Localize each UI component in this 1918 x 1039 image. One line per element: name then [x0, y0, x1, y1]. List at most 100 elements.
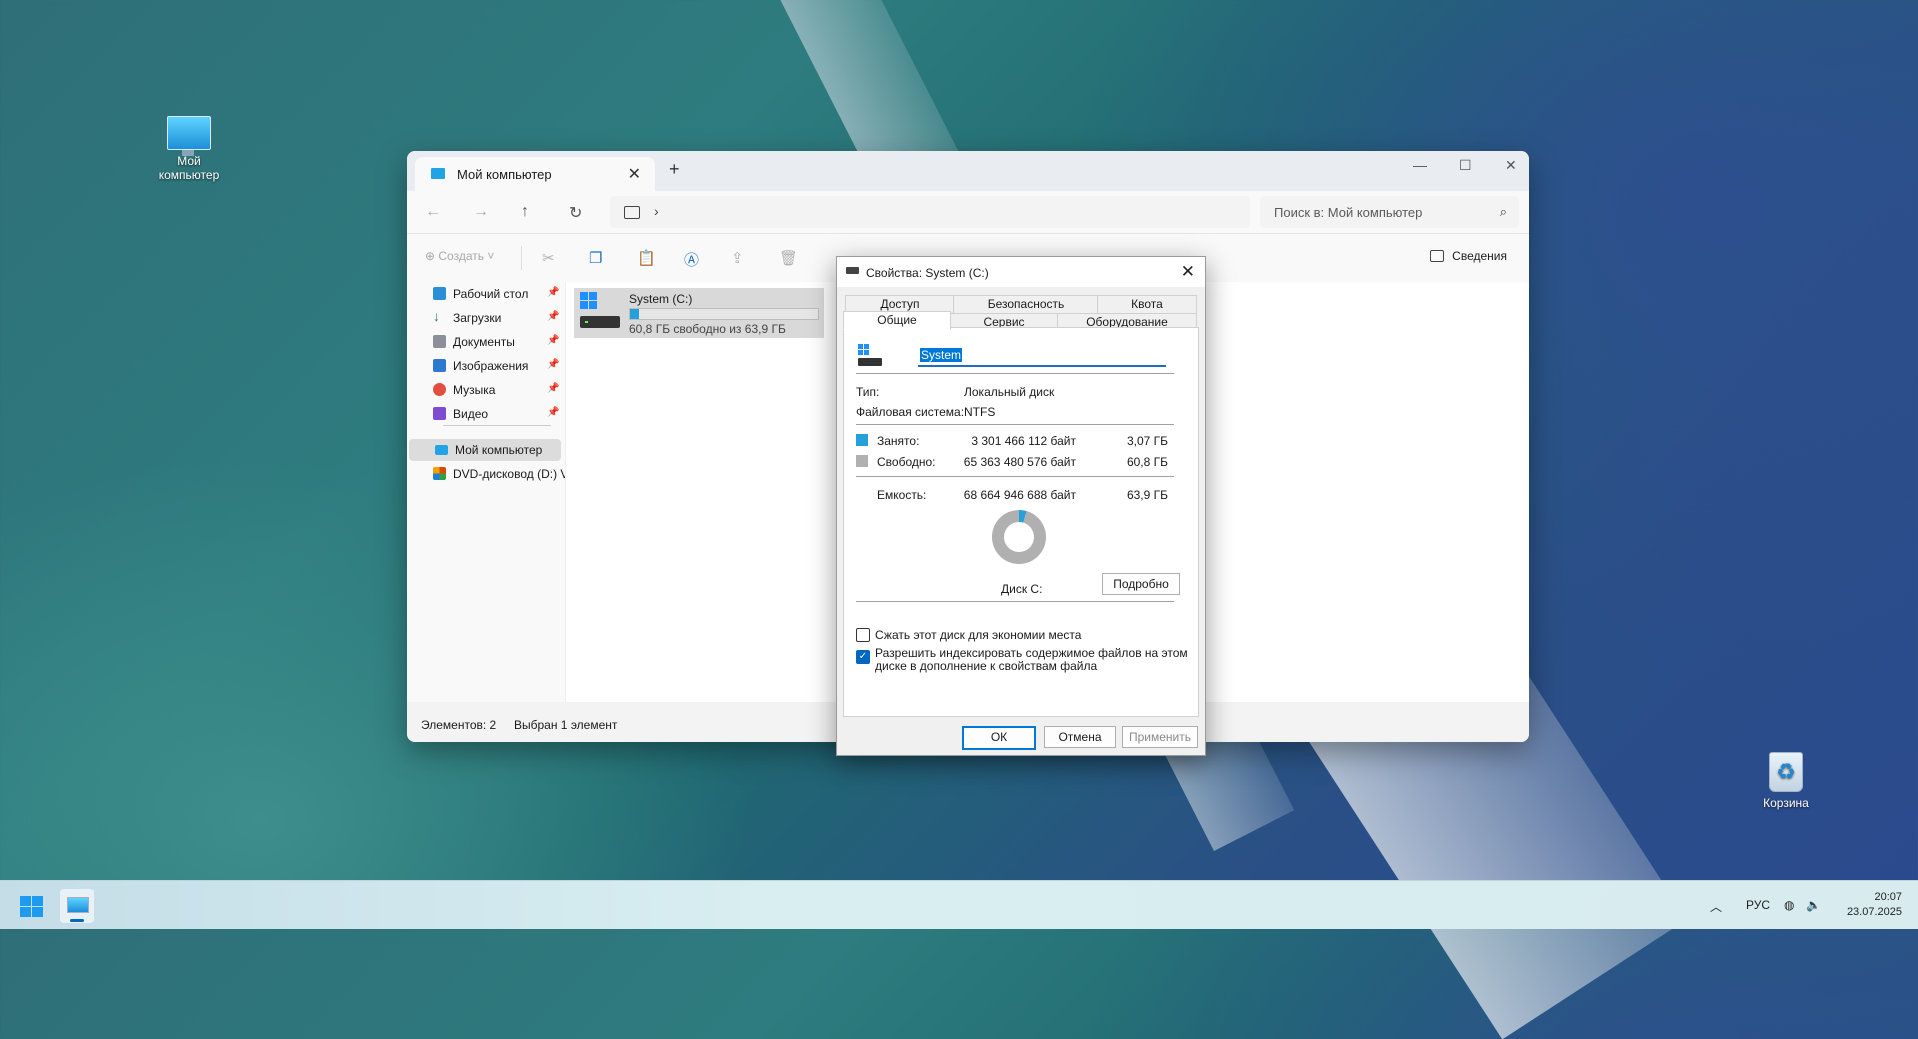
- selection-count: Выбран 1 элемент: [514, 718, 618, 732]
- details-pane-button[interactable]: Сведения: [1430, 249, 1507, 263]
- clock-date: 23.07.2025: [1846, 906, 1902, 918]
- used-bytes: 3 301 466 112 байт: [971, 434, 1076, 448]
- volume-name-field[interactable]: System: [918, 345, 1166, 367]
- disk-label: Диск C:: [1001, 582, 1043, 596]
- taskbar-file-explorer[interactable]: [60, 889, 94, 923]
- pin-icon: 📌: [547, 359, 560, 370]
- volume-name-value: System: [920, 348, 963, 362]
- navigation-pane: Рабочий стол 📌 ↓ Загрузки 📌 Документы 📌 …: [407, 282, 569, 702]
- type-value: Локальный диск: [964, 385, 1055, 399]
- disk-details-button[interactable]: Подробно: [1102, 573, 1180, 595]
- search-box[interactable]: Поиск в: Мой компьютер ⌕: [1260, 196, 1519, 228]
- cancel-button[interactable]: Отмена: [1044, 726, 1116, 748]
- create-label: Создать: [438, 249, 484, 263]
- ok-button[interactable]: ОК: [962, 726, 1036, 750]
- share-icon[interactable]: ⇪: [731, 249, 744, 267]
- divider: [443, 425, 551, 426]
- show-hidden-icons-button[interactable]: ︿: [1710, 898, 1722, 915]
- computer-icon: [167, 116, 211, 156]
- capacity-label: Емкость:: [877, 488, 927, 502]
- sidebar-item-music[interactable]: Музыка 📌: [407, 379, 565, 401]
- search-icon: ⌕: [1499, 204, 1507, 219]
- refresh-button[interactable]: ↻: [569, 203, 582, 223]
- download-icon: ↓: [433, 308, 440, 324]
- sidebar-item-documents[interactable]: Документы 📌: [407, 331, 565, 353]
- clock-time: 20:07: [1874, 891, 1902, 903]
- windows-logo-icon: [20, 896, 31, 906]
- create-button[interactable]: ⊕ Создать ˅: [425, 249, 494, 263]
- index-label-line1: Разрешить индексировать содержимое файло…: [875, 646, 1188, 660]
- tab-bar: Мой компьютер ✕ + — ☐ ✕: [407, 151, 1529, 191]
- desktop-icon-recycle-bin[interactable]: ♻ Корзина: [1746, 752, 1826, 810]
- type-label: Тип:: [856, 385, 880, 399]
- sidebar-item-label: DVD-дисковод (D:) V: [453, 467, 569, 481]
- sidebar-item-label: Документы: [453, 335, 515, 349]
- tab-security[interactable]: Безопасность: [953, 295, 1099, 314]
- new-tab-button[interactable]: +: [669, 159, 680, 180]
- sidebar-item-downloads[interactable]: ↓ Загрузки 📌: [407, 307, 565, 329]
- sidebar-item-label: Мой компьютер: [455, 443, 543, 457]
- search-placeholder: Поиск в: Мой компьютер: [1274, 205, 1423, 220]
- capacity-bytes: 68 664 946 688 байт: [963, 488, 1076, 502]
- tab-quota[interactable]: Квота: [1097, 295, 1197, 314]
- start-button[interactable]: [20, 896, 44, 918]
- divider: [521, 246, 522, 270]
- rename-icon[interactable]: Ⓐ: [684, 249, 699, 270]
- chevron-right-icon[interactable]: ›: [654, 203, 659, 219]
- paste-icon[interactable]: 📋: [637, 249, 656, 267]
- clock[interactable]: 20:07 23.07.2025: [1847, 890, 1902, 920]
- used-label: Занято:: [877, 434, 920, 448]
- taskbar: ︿ РУС ◍ 🔈 20:07 23.07.2025: [0, 880, 1918, 929]
- close-window-button[interactable]: ✕: [1505, 157, 1517, 174]
- windows-logo-icon: [32, 896, 43, 906]
- computer-icon: [435, 445, 448, 455]
- general-tab-panel: System Тип: Локальный диск Файловая сист…: [843, 327, 1199, 717]
- delete-icon[interactable]: 🗑: [779, 249, 798, 267]
- pictures-icon: [433, 359, 446, 372]
- up-button[interactable]: ↑: [521, 203, 529, 221]
- close-tab-icon[interactable]: ✕: [628, 164, 641, 184]
- free-gb: 60,8 ГБ: [1126, 455, 1168, 469]
- address-bar[interactable]: ›: [610, 196, 1250, 228]
- tab-my-computer[interactable]: Мой компьютер ✕: [415, 157, 655, 191]
- tab-general[interactable]: Общие: [843, 311, 951, 330]
- computer-icon: [431, 168, 445, 179]
- desktop-icon-my-computer[interactable]: Мой компьютер: [149, 116, 229, 182]
- tab-label: Мой компьютер: [457, 167, 552, 182]
- back-button[interactable]: ←: [425, 203, 441, 221]
- minimize-button[interactable]: —: [1413, 157, 1427, 173]
- close-dialog-button[interactable]: ✕: [1181, 262, 1195, 282]
- disk-usage-donut: [992, 510, 1046, 564]
- sidebar-item-dvd-drive[interactable]: DVD-дисковод (D:) V: [407, 463, 569, 485]
- free-label: Свободно:: [877, 455, 936, 469]
- maximize-button[interactable]: ☐: [1459, 157, 1472, 174]
- network-icon[interactable]: ◍: [1784, 898, 1794, 912]
- sidebar-item-my-computer[interactable]: Мой компьютер: [409, 439, 561, 461]
- pin-icon: 📌: [547, 311, 560, 322]
- details-label: Сведения: [1452, 249, 1507, 263]
- sidebar-item-desktop[interactable]: Рабочий стол 📌: [407, 283, 565, 305]
- apply-button[interactable]: Применить: [1122, 726, 1198, 748]
- video-icon: [433, 407, 446, 420]
- compress-checkbox[interactable]: [856, 628, 870, 642]
- music-icon: [433, 383, 446, 396]
- copy-icon[interactable]: ❐: [589, 249, 602, 267]
- dvd-icon: [433, 467, 446, 480]
- recycle-bin-icon: ♻: [1769, 752, 1803, 792]
- drive-name: System (C:): [629, 292, 693, 306]
- desktop-icon-label: Мой компьютер: [158, 154, 220, 182]
- properties-dialog: Свойства: System (C:) ✕ Доступ Безопасно…: [836, 256, 1206, 756]
- used-gb: 3,07 ГБ: [1126, 434, 1168, 448]
- pin-icon: 📌: [547, 335, 560, 346]
- cut-icon[interactable]: ✂: [542, 249, 555, 267]
- forward-button[interactable]: →: [473, 203, 489, 221]
- input-language[interactable]: РУС: [1746, 898, 1770, 912]
- pin-icon: 📌: [547, 287, 560, 298]
- index-checkbox[interactable]: ✓: [856, 650, 870, 664]
- volume-icon[interactable]: 🔈: [1806, 898, 1821, 912]
- sidebar-item-pictures[interactable]: Изображения 📌: [407, 355, 565, 377]
- sidebar-item-videos[interactable]: Видео 📌: [407, 403, 565, 425]
- drive-tile-system-c[interactable]: System (C:) 60,8 ГБ свободно из 63,9 ГБ: [574, 288, 824, 338]
- drive-usage-bar: [629, 308, 819, 320]
- drive-usage-fill: [630, 309, 640, 319]
